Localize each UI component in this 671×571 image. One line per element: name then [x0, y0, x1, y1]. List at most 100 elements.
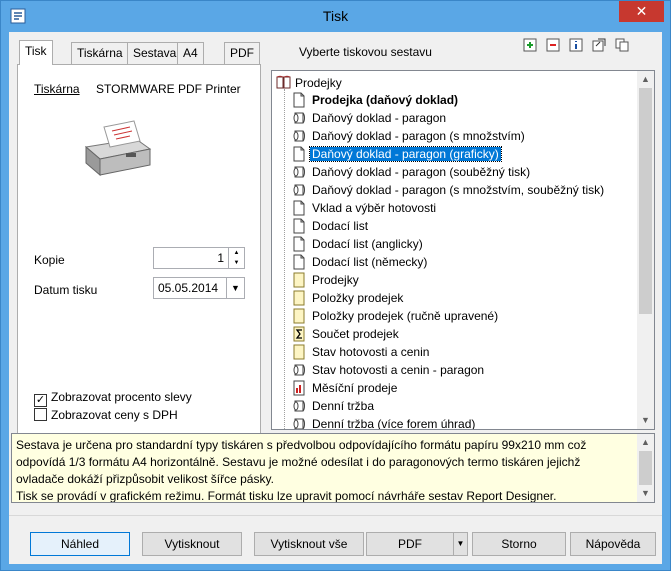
- refresh-icon[interactable]: [592, 38, 606, 52]
- print-date-value: 05.05.2014: [158, 281, 219, 295]
- tree-item[interactable]: Daňový doklad - paragon: [292, 109, 448, 127]
- tree-item[interactable]: Denní tržba (více forem úhrad): [292, 415, 477, 429]
- print-button[interactable]: Vytisknout: [142, 532, 242, 556]
- tree-item[interactable]: Prodejky: [292, 271, 361, 289]
- title-bar: Tisk ✕: [1, 1, 670, 32]
- scroll-up-icon[interactable]: ▲: [637, 71, 654, 88]
- print-date-field[interactable]: 05.05.2014 ▼: [153, 277, 245, 299]
- tree-item[interactable]: Položky prodejek: [292, 289, 405, 307]
- roll-icon: [292, 164, 306, 180]
- page-icon: [292, 236, 306, 252]
- checkbox-checked-icon[interactable]: ✓: [34, 394, 47, 407]
- printer-icon: [84, 120, 152, 177]
- list-page-icon: [292, 290, 306, 306]
- report-tree[interactable]: Prodejky Prodejka (daňový doklad) Daňový …: [271, 70, 655, 430]
- tree-item-label: Měsíční prodeje: [312, 381, 398, 395]
- report-tree-scrollbar[interactable]: ▲ ▼: [637, 71, 654, 429]
- tree-item-label: Daňový doklad - paragon (s množstvím): [312, 129, 525, 143]
- tree-item[interactable]: Stav hotovosti a cenin - paragon: [292, 361, 486, 379]
- tree-item[interactable]: Dodací list (anglicky): [292, 235, 425, 253]
- cancel-button[interactable]: Storno: [472, 532, 566, 556]
- close-button[interactable]: ✕: [619, 1, 664, 22]
- tree-item-label: Daňový doklad - paragon: [312, 111, 447, 125]
- print-all-button[interactable]: Vytisknout vše: [254, 532, 364, 556]
- printer-link[interactable]: Tiskárna: [34, 82, 80, 96]
- tree-item[interactable]: Vklad a výběr hotovosti: [292, 199, 438, 217]
- tree-item[interactable]: Daňový doklad - paragon (s množstvím): [292, 127, 527, 145]
- copies-stepper[interactable]: 1 ▲ ▼: [153, 247, 245, 269]
- tab-sestava[interactable]: Sestava: [127, 42, 183, 64]
- tree-item[interactable]: Daňový doklad - paragon (s množstvím, so…: [292, 181, 606, 199]
- info-icon[interactable]: [569, 38, 583, 52]
- tree-item[interactable]: Stav hotovosti a cenin: [292, 343, 431, 361]
- preview-button[interactable]: Náhled: [30, 532, 130, 556]
- show-vat-prices-checkbox[interactable]: Zobrazovat ceny s DPH: [34, 408, 178, 424]
- show-discount-checkbox[interactable]: ✓ Zobrazovat procento slevy: [34, 390, 192, 407]
- dialog-body: Tisk Tiskárna Sestava A4 PDF Vyberte tis…: [9, 32, 662, 564]
- chevron-down-icon[interactable]: ▼: [453, 533, 467, 555]
- pdf-button[interactable]: PDF ▼: [366, 532, 468, 556]
- scroll-down-icon[interactable]: ▼: [637, 412, 654, 429]
- page-icon: [292, 146, 306, 162]
- tree-item-label: Denní tržba: [312, 399, 375, 413]
- tab-tisk[interactable]: Tisk: [19, 40, 53, 65]
- description-line: Sestava je určena pro standardní typy ti…: [16, 438, 587, 452]
- description-line: odpovídá 1/3 formátu A4 horizontálně. Se…: [16, 455, 581, 469]
- tree-item-label: Daňový doklad - paragon (graficky): [309, 146, 502, 162]
- tree-item-label: Položky prodejek (ručně upravené): [312, 309, 499, 323]
- add-icon[interactable]: [523, 38, 537, 52]
- window-title: Tisk: [322, 8, 349, 24]
- help-button[interactable]: Nápověda: [570, 532, 656, 556]
- tree-item[interactable]: Dodací list: [292, 217, 370, 235]
- tree-item[interactable]: Součet prodejek: [292, 325, 401, 343]
- print-dialog: Tisk ✕ Tisk Tiskárna Sestava A4 PDF Vybe…: [0, 0, 671, 571]
- tree-item-label: Denní tržba (více forem úhrad): [312, 417, 476, 429]
- list-page-icon: [292, 272, 306, 288]
- roll-icon: [292, 128, 306, 144]
- spin-down-icon[interactable]: ▼: [229, 258, 244, 268]
- print-date-label: Datum tisku: [34, 283, 98, 297]
- tree-item[interactable]: Daňový doklad - paragon (graficky): [292, 145, 502, 163]
- show-vat-prices-label: Zobrazovat ceny s DPH: [51, 408, 178, 422]
- tab-pdf[interactable]: PDF: [224, 42, 260, 64]
- report-hint: Vyberte tiskovou sestavu: [299, 45, 432, 59]
- tree-item[interactable]: Denní tržba: [292, 397, 376, 415]
- tree-item-label: Stav hotovosti a cenin: [312, 345, 430, 359]
- copies-spin-buttons[interactable]: ▲ ▼: [228, 248, 244, 268]
- tree-item[interactable]: Daňový doklad - paragon (souběžný tisk): [292, 163, 532, 181]
- scroll-thumb[interactable]: [639, 88, 652, 314]
- scroll-down-icon[interactable]: ▼: [637, 485, 654, 502]
- sum-icon: [292, 326, 306, 342]
- tree-item[interactable]: Dodací list (německy): [292, 253, 429, 271]
- printer-name: STORMWARE PDF Printer: [96, 82, 241, 96]
- pdf-button-label: PDF: [398, 537, 422, 551]
- separator: [9, 515, 662, 516]
- tree-item[interactable]: Prodejka (daňový doklad): [292, 91, 460, 109]
- description-line: ovladače dokáží přizpůsobit velikost šíř…: [16, 472, 274, 486]
- tree-item[interactable]: Položky prodejek (ručně upravené): [292, 307, 500, 325]
- tab-a4[interactable]: A4: [177, 42, 204, 64]
- tree-root-label: Prodejky: [295, 76, 342, 90]
- tree-item-label: Dodací list (anglicky): [312, 237, 423, 251]
- tree-item-label: Prodejky: [312, 273, 359, 287]
- tree-item[interactable]: Měsíční prodeje: [292, 379, 399, 397]
- show-discount-label: Zobrazovat procento slevy: [51, 390, 192, 404]
- checkbox-unchecked-icon[interactable]: [34, 408, 47, 421]
- chevron-down-icon[interactable]: ▼: [226, 278, 244, 298]
- tree-root[interactable]: Prodejky: [276, 75, 342, 91]
- roll-icon: [292, 362, 306, 378]
- page-icon: [292, 254, 306, 270]
- scroll-thumb[interactable]: [639, 451, 652, 485]
- spin-up-icon[interactable]: ▲: [229, 248, 244, 258]
- book-icon: [276, 75, 291, 89]
- tree-item-label: Dodací list: [312, 219, 369, 233]
- tab-tiskarna[interactable]: Tiskárna: [71, 42, 129, 64]
- remove-icon[interactable]: [546, 38, 560, 52]
- copies-value: 1: [217, 251, 224, 265]
- scroll-up-icon[interactable]: ▲: [637, 434, 654, 451]
- copy-icon[interactable]: [615, 38, 629, 52]
- roll-icon: [292, 398, 306, 414]
- tree-item-label: Položky prodejek: [312, 291, 404, 305]
- tree-item-label: Vklad a výběr hotovosti: [312, 201, 437, 215]
- description-scrollbar[interactable]: ▲ ▼: [637, 434, 654, 502]
